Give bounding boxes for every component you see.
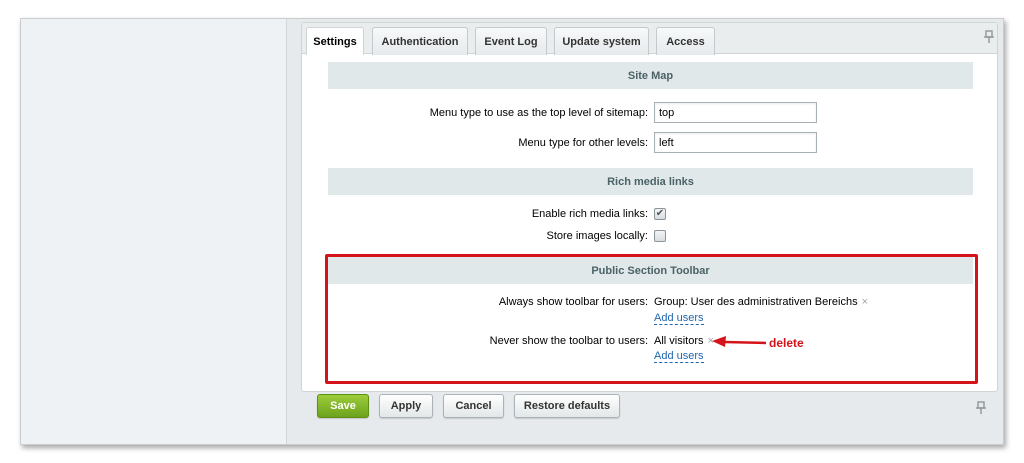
save-button[interactable]: Save	[317, 394, 369, 418]
tab-authentication[interactable]: Authentication	[372, 27, 468, 55]
annotation-delete-label: delete	[769, 336, 804, 350]
cancel-button[interactable]: Cancel	[443, 394, 504, 418]
footer-pin-icon[interactable]	[976, 401, 986, 418]
tab-update-system[interactable]: Update system	[554, 27, 649, 55]
annotation-highlight-box	[325, 254, 978, 384]
site-map-header: Site Map	[328, 62, 973, 89]
tab-settings[interactable]: Settings	[306, 27, 364, 55]
tab-event-log[interactable]: Event Log	[475, 27, 547, 55]
top-level-menu-input[interactable]	[654, 102, 817, 123]
store-images-checkbox[interactable]	[654, 230, 666, 242]
other-levels-menu-input[interactable]	[654, 132, 817, 153]
restore-defaults-button[interactable]: Restore defaults	[514, 394, 620, 418]
top-level-menu-label: Menu type to use as the top level of sit…	[429, 107, 648, 119]
rich-media-header: Rich media links	[328, 168, 973, 195]
annotation-arrow-icon	[712, 336, 767, 347]
pin-icon[interactable]	[984, 30, 994, 47]
store-images-label: Store images locally:	[546, 230, 649, 242]
left-menu-panel	[21, 19, 287, 444]
apply-button[interactable]: Apply	[379, 394, 433, 418]
enable-rich-media-checkbox[interactable]: ✔	[654, 208, 666, 220]
enable-rich-media-label: Enable rich media links:	[531, 208, 648, 220]
tab-access[interactable]: Access	[656, 27, 715, 55]
other-levels-menu-label: Menu type for other levels:	[518, 137, 648, 149]
tabs-bar: Settings Authentication Event Log Update…	[302, 23, 997, 55]
